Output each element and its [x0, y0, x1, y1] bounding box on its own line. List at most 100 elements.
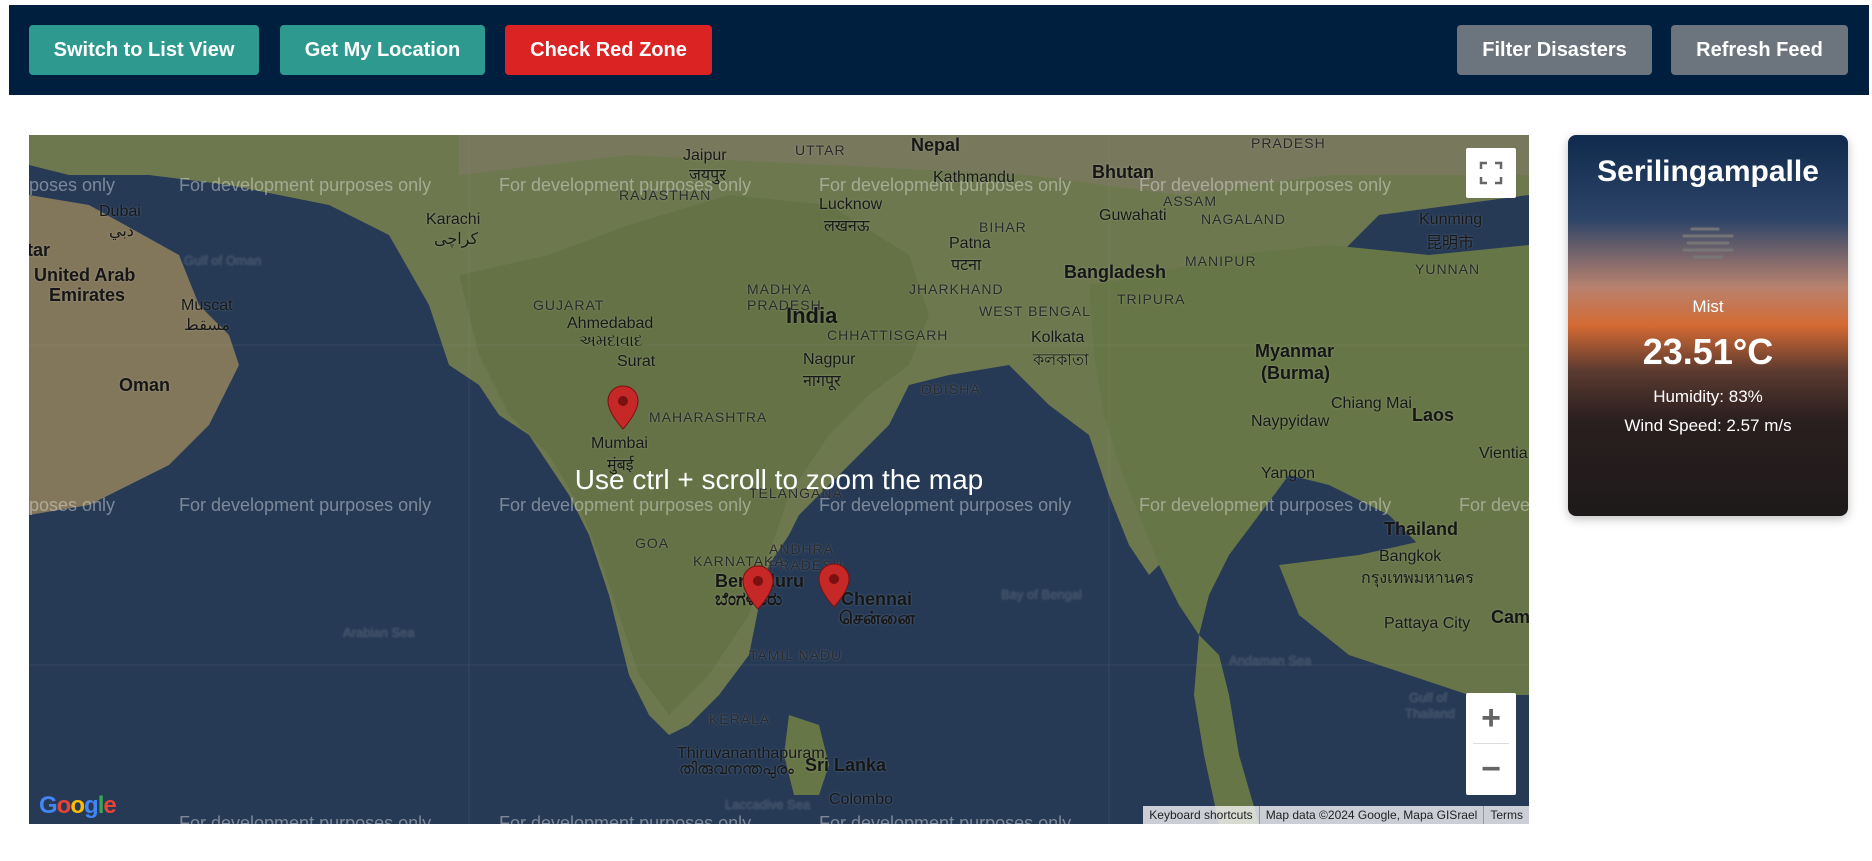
- place-label: Nepal: [911, 135, 961, 155]
- region-label: PRADESH: [747, 297, 822, 313]
- weather-card: Serilingampalle Mist 23.51°C Humidity: 8…: [1568, 135, 1848, 516]
- map-view[interactable]: rposes only For development purposes onl…: [29, 135, 1529, 824]
- place-label: Kolkata: [1031, 329, 1085, 346]
- place-label: Cam: [1491, 607, 1529, 627]
- map-watermark: For development purposes only: [179, 175, 432, 195]
- zoom-hint-text: Use ctrl + scroll to zoom the map: [574, 464, 984, 495]
- place-label: Laos: [1412, 405, 1455, 425]
- map-watermark: rposes only: [29, 495, 116, 515]
- place-label: लखनऊ: [824, 218, 870, 235]
- place-label: Lucknow: [819, 196, 883, 213]
- place-label: नागपूर: [803, 373, 841, 390]
- place-label: United Arab: [34, 265, 136, 285]
- region-label: JHARKHAND: [909, 281, 1004, 297]
- sea-label: Thailand: [1405, 706, 1455, 721]
- place-label: কলকাতা: [1033, 352, 1089, 369]
- place-label: Naypyidaw: [1251, 413, 1330, 430]
- region-label: YUNNAN: [1415, 261, 1481, 277]
- map-watermark: For development purposes only: [1139, 495, 1392, 515]
- place-label: Bhutan: [1092, 162, 1154, 182]
- place-label: અમદાવાદ: [579, 333, 643, 350]
- check-red-zone-button[interactable]: Check Red Zone: [505, 25, 712, 75]
- region-label: RAJASTHAN: [619, 187, 712, 203]
- region-label: TRIPURA: [1117, 291, 1186, 307]
- sea-label: Andaman Sea: [1229, 653, 1312, 668]
- place-label: Pattaya City: [1384, 615, 1471, 632]
- region-label: BIHAR: [979, 219, 1027, 235]
- place-label: Vientia: [1479, 445, 1528, 462]
- sea-label: Gulf of: [1409, 690, 1448, 705]
- place-label: Kathmandu: [933, 169, 1015, 186]
- place-label: دبي: [109, 223, 134, 240]
- region-label: PRADESH: [1251, 135, 1326, 151]
- map-watermark: For development purposes only: [179, 495, 432, 515]
- zoom-control: + −: [1466, 693, 1516, 795]
- mist-icon: [1568, 225, 1848, 261]
- keyboard-shortcuts-link[interactable]: Keyboard shortcuts: [1143, 806, 1258, 824]
- fullscreen-button[interactable]: [1466, 148, 1516, 198]
- place-label: Chennai: [841, 589, 913, 609]
- switch-to-list-view-button[interactable]: Switch to List View: [29, 25, 259, 75]
- place-label: کراچی: [434, 231, 479, 248]
- region-label: MAHARASHTRA: [649, 409, 768, 425]
- place-label: Ahmedabad: [567, 315, 654, 332]
- region-label: UTTAR: [795, 142, 846, 158]
- map-watermark: For development purposes only: [179, 813, 432, 824]
- sea-label: Laccadive Sea: [725, 797, 811, 812]
- place-label: Surat: [617, 353, 656, 370]
- place-label: Oman: [119, 375, 171, 395]
- region-label: NAGALAND: [1201, 211, 1287, 227]
- weather-temperature: 23.51°C: [1642, 331, 1774, 372]
- get-my-location-button[interactable]: Get My Location: [280, 25, 485, 75]
- disaster-marker[interactable]: [818, 563, 850, 609]
- map-data-text: Map data ©2024 Google, Mapa GISrael: [1258, 806, 1484, 824]
- disaster-marker[interactable]: [607, 385, 639, 431]
- place-label: Patna: [949, 235, 991, 252]
- map-watermark: For development purposes only: [819, 813, 1072, 824]
- zoom-in-button[interactable]: +: [1466, 693, 1516, 743]
- place-label: Sri Lanka: [805, 755, 887, 775]
- place-label: Emirates: [49, 285, 126, 305]
- place-label: مسقط: [184, 317, 231, 334]
- place-label: Mumbai: [591, 435, 648, 452]
- region-label: CHHATTISGARH: [827, 327, 949, 343]
- fullscreen-icon: [1479, 161, 1503, 185]
- weather-humidity: Humidity: 83%: [1653, 387, 1763, 406]
- place-label: சென்னை: [839, 608, 915, 628]
- region-label: WEST BENGAL: [979, 303, 1091, 319]
- map-watermark: For development purposes only: [819, 495, 1072, 515]
- place-label: 昆明市: [1426, 235, 1475, 252]
- zoom-out-button[interactable]: −: [1466, 744, 1516, 794]
- sea-label: Bay of Bengal: [1001, 587, 1082, 602]
- place-label: Colombo: [829, 791, 894, 808]
- place-label: Chiang Mai: [1331, 395, 1412, 412]
- weather-description: Mist: [1692, 297, 1724, 316]
- refresh-feed-button[interactable]: Refresh Feed: [1671, 25, 1848, 75]
- place-label: Bangladesh: [1064, 262, 1167, 282]
- place-label: Kunming: [1419, 211, 1483, 228]
- place-label: Bangkok: [1379, 548, 1442, 565]
- place-label: Dubai: [99, 203, 141, 220]
- place-label: tar: [29, 240, 51, 260]
- map-attribution: Keyboard shortcuts Map data ©2024 Google…: [1143, 806, 1529, 824]
- region-label: ODISHA: [921, 381, 981, 397]
- region-label: GOA: [635, 535, 670, 551]
- place-label: กรุงเทพมหานคร: [1361, 570, 1474, 587]
- top-toolbar: Switch to List View Get My Location Chec…: [9, 5, 1869, 95]
- region-label: KERALA: [709, 711, 771, 727]
- weather-city: Serilingampalle: [1597, 155, 1819, 188]
- map-watermark: For development purposes only: [499, 813, 752, 824]
- place-label: Karachi: [426, 211, 481, 228]
- place-label: Thailand: [1384, 519, 1459, 539]
- filter-disasters-button[interactable]: Filter Disasters: [1457, 25, 1652, 75]
- place-label: जयपुर: [689, 167, 726, 184]
- place-label: Nagpur: [803, 351, 856, 368]
- map-watermark: For deve: [1459, 495, 1529, 515]
- disaster-marker[interactable]: [742, 565, 774, 611]
- terms-link[interactable]: Terms: [1483, 806, 1529, 824]
- google-logo: Google: [39, 792, 117, 819]
- region-label: ASSAM: [1163, 193, 1218, 209]
- place-label: (Burma): [1261, 363, 1331, 383]
- place-label: Myanmar: [1255, 341, 1335, 361]
- sea-label: Gulf of Oman: [184, 253, 262, 268]
